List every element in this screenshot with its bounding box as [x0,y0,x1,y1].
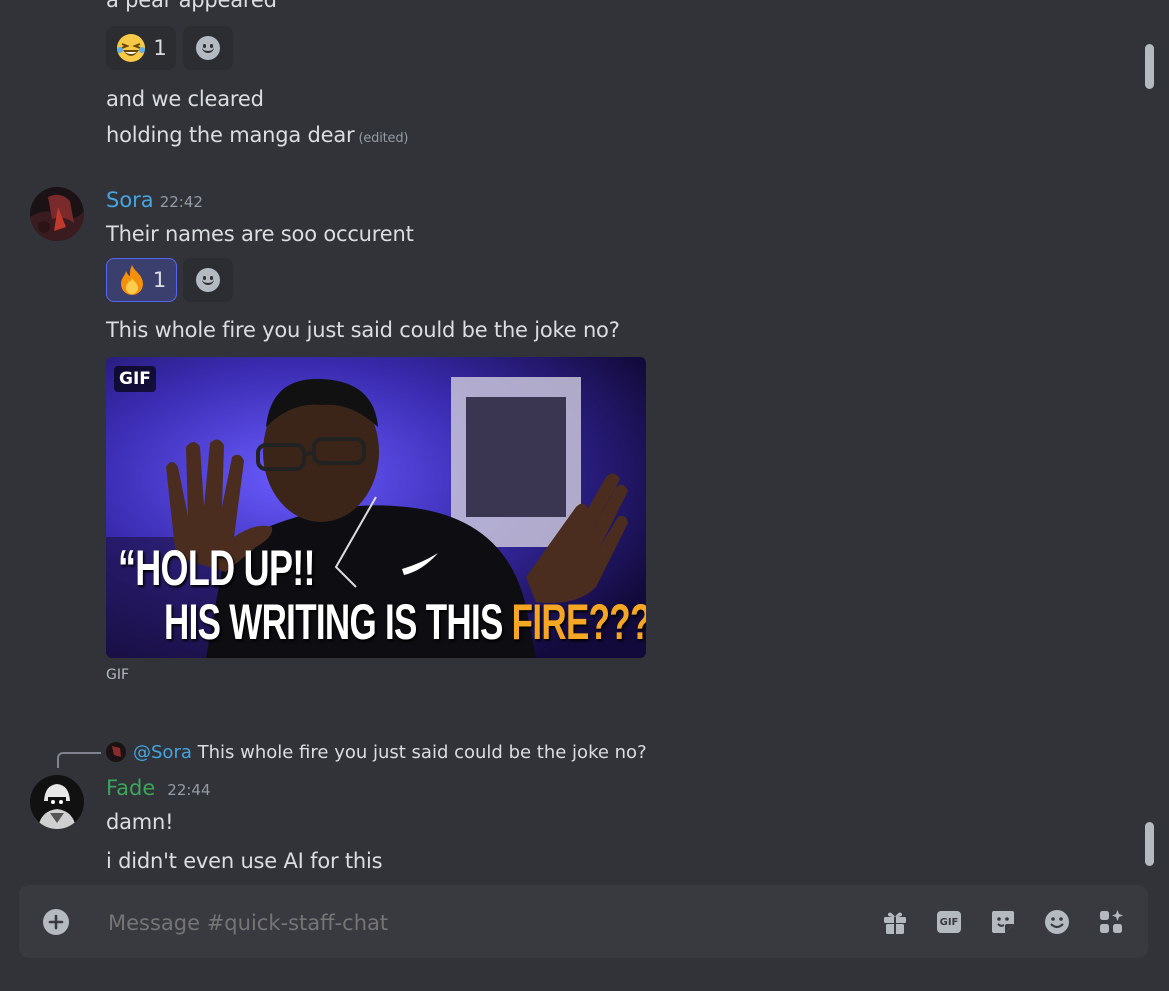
gif-caption-line2: HIS WRITING IS THIS FIRE???” [164,593,646,651]
gif-caption-line1: “HOLD UP!! [118,540,316,596]
reply-preview[interactable]: @Sora This whole fire you just said coul… [133,742,647,763]
message-text: This whole fire you just said could be t… [106,318,620,342]
timestamp: 22:42 [159,193,203,211]
message-input[interactable] [106,903,810,943]
scrollbar-thumb[interactable] [1145,822,1154,866]
gif-icon[interactable]: GIF [935,908,963,936]
reply-spine [57,752,101,768]
apps-icon[interactable] [1097,908,1125,936]
gif-embed[interactable]: GIF “HOLD UP!! HIS WRITING IS THIS FIRE?… [106,357,646,658]
add-circle-icon[interactable] [42,908,70,936]
reply-avatar[interactable] [106,742,126,762]
avatar-fade[interactable] [30,775,84,829]
message-line: and we cleared [106,87,264,111]
reaction-laughing[interactable]: 1 [106,26,176,70]
message-header: Sora 22:42 [106,188,203,212]
reaction-count: 1 [153,36,167,60]
timestamp: 22:44 [167,781,211,799]
username[interactable]: Fade [106,776,155,800]
fire-emoji-icon [120,265,143,295]
add-reaction-icon [196,36,220,60]
add-reaction-icon [196,268,220,292]
emoji-icon[interactable] [1043,908,1071,936]
message-header: Fade 22:44 [106,776,211,800]
sticker-icon[interactable] [989,908,1017,936]
laughing-emoji-icon [117,34,146,62]
message-text: holding the manga dear [106,123,355,147]
username[interactable]: Sora [106,188,154,212]
avatar-sora[interactable] [30,187,84,241]
gif-caption-text: HIS WRITING IS THIS [164,594,512,650]
gift-icon[interactable] [881,908,909,936]
reply-text: This whole fire you just said could be t… [197,742,647,763]
gif-caption-highlight: FIRE???” [511,594,646,650]
gif-badge: GIF [114,366,156,392]
message-text: damn! [106,810,174,834]
gif-button-label: GIF [937,911,961,933]
message-text: Their names are soo occurent [106,222,414,246]
message-text: i didn't even use AI for this [106,849,383,873]
add-reaction-button[interactable] [183,26,233,70]
message-line: holding the manga dear (edited) [106,123,408,147]
add-reaction-button[interactable] [183,258,233,302]
edited-label: (edited) [358,131,409,146]
reply-mention[interactable]: @Sora [133,742,192,763]
gif-label: GIF [106,667,130,683]
message-line: a pear appeared [106,0,277,12]
reaction-count: 1 [152,268,167,292]
scrollbar-thumb[interactable] [1145,44,1154,89]
reaction-fire[interactable]: 1 [106,258,177,302]
